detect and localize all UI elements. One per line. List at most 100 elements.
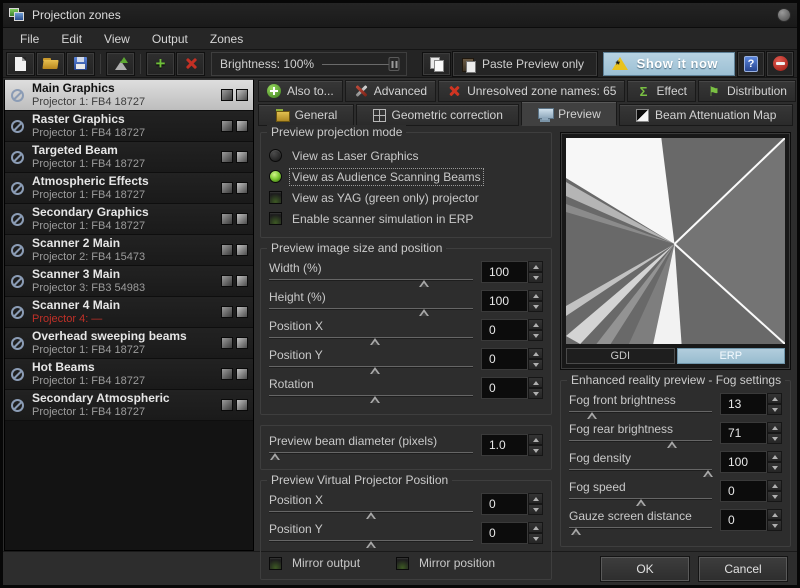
mirror-output-checkbox-row[interactable]: Mirror output xyxy=(269,555,362,571)
paste-preview-only-button[interactable]: Paste Preview only xyxy=(453,52,597,76)
ok-button[interactable]: OK xyxy=(601,557,689,581)
slider-track[interactable] xyxy=(269,363,473,375)
zone-checkbox-2[interactable] xyxy=(236,89,248,101)
show-it-now-button[interactable]: * Show it now xyxy=(603,52,735,76)
slider-thumb[interactable] xyxy=(587,412,597,419)
slider-track[interactable] xyxy=(269,334,473,346)
option-row[interactable]: View as YAG (green only) projector xyxy=(269,187,543,208)
slider-thumb[interactable] xyxy=(419,280,429,287)
tab-beam-attenuation-map[interactable]: Beam Attenuation Map xyxy=(619,104,793,126)
zone-checkbox-2[interactable] xyxy=(236,306,248,318)
mirror-position-checkbox-row[interactable]: Mirror position xyxy=(396,555,497,571)
save-zones-button[interactable] xyxy=(67,53,94,75)
checkbox[interactable] xyxy=(396,557,409,570)
zone-checkbox-2[interactable] xyxy=(236,275,248,287)
spin-value[interactable]: 1.0 xyxy=(481,434,528,456)
spin-up-button[interactable] xyxy=(528,319,543,330)
spin-down-button[interactable] xyxy=(528,359,543,370)
spin-up-button[interactable] xyxy=(528,348,543,359)
option-row[interactable]: View as Audience Scanning Beams xyxy=(269,166,543,187)
spin-value[interactable]: 100 xyxy=(481,290,528,312)
slider-track[interactable] xyxy=(269,305,473,317)
zone-checkbox-1[interactable] xyxy=(221,89,233,101)
zone-checkbox-2[interactable] xyxy=(236,399,248,411)
checkbox[interactable] xyxy=(269,191,282,204)
zone-checkbox-1[interactable] xyxy=(221,399,233,411)
radio-button[interactable] xyxy=(269,170,282,183)
slider-thumb[interactable] xyxy=(366,541,376,548)
spin-up-button[interactable] xyxy=(528,522,543,533)
slider-thumb[interactable] xyxy=(703,470,713,477)
zone-list-item[interactable]: Main Graphics Projector 1: FB4 18727 xyxy=(5,80,253,111)
option-row[interactable]: View as Laser Graphics xyxy=(269,145,543,166)
slider-track[interactable] xyxy=(569,408,712,420)
slider-thumb[interactable] xyxy=(419,309,429,316)
spin-up-button[interactable] xyxy=(767,422,782,433)
zone-checkbox-2[interactable] xyxy=(236,368,248,380)
slider-track[interactable] xyxy=(569,437,712,449)
spin-value[interactable]: 0 xyxy=(720,480,767,502)
zone-checkbox-1[interactable] xyxy=(221,151,233,163)
tab-preview[interactable]: Preview xyxy=(521,101,617,126)
tab-geometric-correction[interactable]: Geometric correction xyxy=(356,104,520,126)
zone-checkbox-1[interactable] xyxy=(221,213,233,225)
zone-checkbox-1[interactable] xyxy=(221,275,233,287)
slider-track[interactable] xyxy=(269,508,473,520)
radio-button[interactable] xyxy=(269,149,282,162)
spin-value[interactable]: 0 xyxy=(481,377,528,399)
zone-checkbox-2[interactable] xyxy=(236,151,248,163)
zone-checkbox-1[interactable] xyxy=(221,244,233,256)
spin-up-button[interactable] xyxy=(528,434,543,445)
zone-checkbox-2[interactable] xyxy=(236,244,248,256)
zone-list-item[interactable]: Hot Beams Projector 1: FB4 18727 xyxy=(5,359,253,390)
help-button[interactable]: ? xyxy=(738,52,764,76)
menu-item-view[interactable]: View xyxy=(95,30,139,48)
spin-down-button[interactable] xyxy=(767,520,782,531)
open-zones-button[interactable] xyxy=(37,53,64,75)
menu-item-output[interactable]: Output xyxy=(143,30,197,48)
menu-item-edit[interactable]: Edit xyxy=(52,30,91,48)
menu-item-zones[interactable]: Zones xyxy=(201,30,252,48)
slider-track[interactable] xyxy=(269,392,473,404)
spin-up-button[interactable] xyxy=(528,377,543,388)
spin-up-button[interactable] xyxy=(528,493,543,504)
zone-checkbox-1[interactable] xyxy=(221,120,233,132)
spin-value[interactable]: 100 xyxy=(720,451,767,473)
slider-track[interactable] xyxy=(269,449,473,461)
spin-down-button[interactable] xyxy=(528,301,543,312)
zone-checkbox-1[interactable] xyxy=(221,337,233,349)
spin-value[interactable]: 0 xyxy=(481,319,528,341)
window-menu-button[interactable] xyxy=(777,8,791,22)
spin-value[interactable]: 100 xyxy=(481,261,528,283)
title-bar[interactable]: Projection zones xyxy=(3,3,797,28)
spin-value[interactable]: 0 xyxy=(720,509,767,531)
spin-down-button[interactable] xyxy=(528,504,543,515)
slider-track[interactable] xyxy=(269,537,473,549)
zone-list-item[interactable]: Overhead sweeping beams Projector 1: FB4… xyxy=(5,328,253,359)
option-row[interactable]: Enable scanner simulation in ERP xyxy=(269,208,543,229)
zone-list-item[interactable]: Scanner 2 Main Projector 2: FB4 15473 xyxy=(5,235,253,266)
menu-item-file[interactable]: File xyxy=(11,30,48,48)
spin-value[interactable]: 0 xyxy=(481,348,528,370)
zone-list-item[interactable]: Scanner 4 Main Projector 4: — xyxy=(5,297,253,328)
add-zone-button[interactable]: + xyxy=(147,53,174,75)
zone-list-item[interactable]: Targeted Beam Projector 1: FB4 18727 xyxy=(5,142,253,173)
spin-value[interactable]: 0 xyxy=(481,522,528,544)
tab-general[interactable]: General xyxy=(258,104,354,126)
spin-down-button[interactable] xyxy=(767,433,782,444)
projector-settings-button[interactable] xyxy=(107,53,134,75)
spin-up-button[interactable] xyxy=(528,290,543,301)
spin-down-button[interactable] xyxy=(528,330,543,341)
spin-up-button[interactable] xyxy=(767,480,782,491)
zone-list-item[interactable]: Raster Graphics Projector 1: FB4 18727 xyxy=(5,111,253,142)
zone-list-item[interactable]: Secondary Graphics Projector 1: FB4 1872… xyxy=(5,204,253,235)
slider-thumb[interactable] xyxy=(636,499,646,506)
spin-down-button[interactable] xyxy=(528,388,543,399)
zone-checkbox-1[interactable] xyxy=(221,368,233,380)
spin-up-button[interactable] xyxy=(528,261,543,272)
zone-checkbox-2[interactable] xyxy=(236,337,248,349)
slider-thumb[interactable] xyxy=(667,441,677,448)
new-zones-button[interactable] xyxy=(7,53,34,75)
spin-value[interactable]: 0 xyxy=(481,493,528,515)
brightness-slider-thumb[interactable] xyxy=(389,57,400,71)
